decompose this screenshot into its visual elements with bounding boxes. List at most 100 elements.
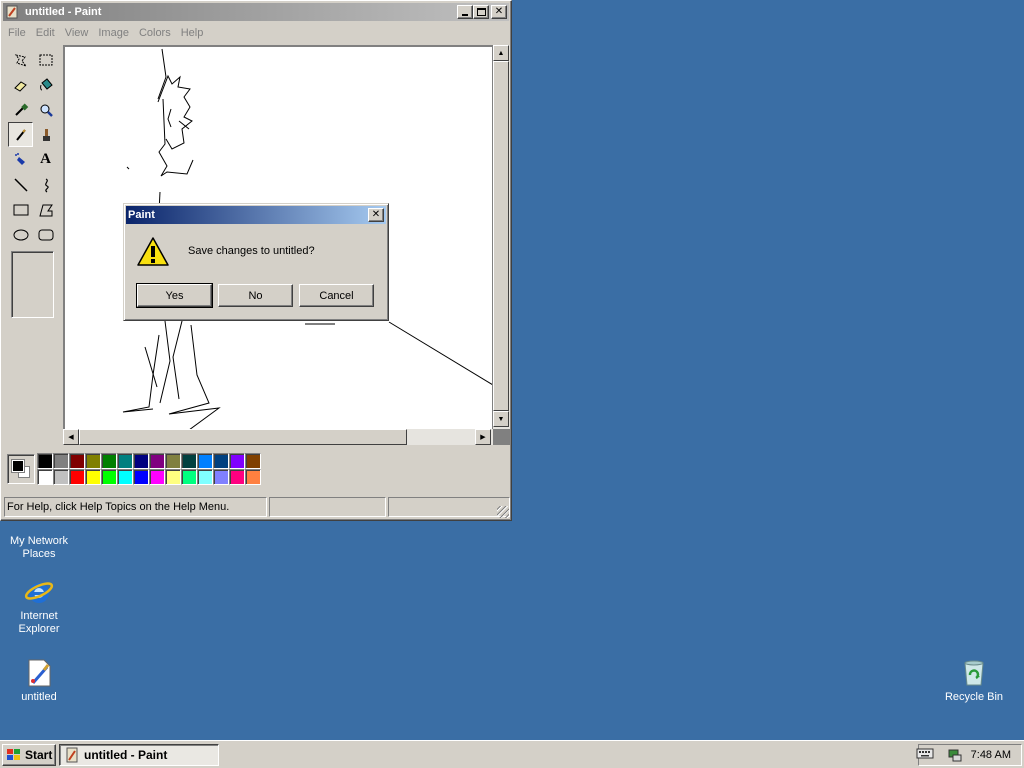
scroll-down-button[interactable]: ▼ xyxy=(493,411,509,427)
desktop-icon-internet-explorer[interactable]: Internet Explorer xyxy=(1,576,77,636)
color-swatch[interactable] xyxy=(181,453,197,469)
desktop-icon-label: Recycle Bin xyxy=(944,691,1004,703)
desktop-icon-label: My Network Places xyxy=(9,535,69,560)
line-tool[interactable] xyxy=(8,172,33,197)
eraser-tool[interactable] xyxy=(8,72,33,97)
start-button[interactable]: Start xyxy=(2,744,56,766)
desktop-icon-untitled[interactable]: untitled xyxy=(1,657,77,704)
palette-swatches xyxy=(37,453,261,485)
polygon-tool[interactable] xyxy=(33,197,58,222)
rectangle-tool[interactable] xyxy=(8,197,33,222)
color-swatch[interactable] xyxy=(213,469,229,485)
free-form-select-tool[interactable] xyxy=(8,47,33,72)
dialog-title: Paint xyxy=(128,209,155,221)
paint-app-icon xyxy=(5,5,21,19)
color-swatch[interactable] xyxy=(101,469,117,485)
scroll-up-button[interactable]: ▲ xyxy=(493,45,509,61)
color-swatch[interactable] xyxy=(85,469,101,485)
no-button[interactable]: No xyxy=(218,284,293,307)
foreground-color-swatch[interactable] xyxy=(11,459,25,473)
status-bar: For Help, click Help Topics on the Help … xyxy=(4,497,510,519)
ellipse-tool[interactable] xyxy=(8,222,33,247)
brush-tool[interactable] xyxy=(33,122,58,147)
color-swatch[interactable] xyxy=(37,469,53,485)
close-icon: ✕ xyxy=(494,6,504,17)
save-changes-dialog: Paint ✕ Save changes to untitled? Yes No… xyxy=(123,203,389,321)
task-label: untitled - Paint xyxy=(84,748,168,762)
keyboard-indicator-icon[interactable] xyxy=(916,746,934,760)
color-swatch[interactable] xyxy=(117,469,133,485)
color-swatch[interactable] xyxy=(85,453,101,469)
dialog-close-button[interactable]: ✕ xyxy=(368,208,384,222)
menu-view[interactable]: View xyxy=(60,27,94,39)
scroll-left-button[interactable]: ◀ xyxy=(63,429,79,445)
color-swatch[interactable] xyxy=(53,469,69,485)
menu-image[interactable]: Image xyxy=(93,27,134,39)
minimize-icon xyxy=(462,14,468,16)
magnifier-tool[interactable] xyxy=(33,97,58,122)
paint-titlebar[interactable]: untitled - Paint ✕ xyxy=(3,3,509,21)
resize-grip[interactable] xyxy=(497,506,509,518)
current-colors[interactable] xyxy=(7,454,35,484)
color-swatch[interactable] xyxy=(229,453,245,469)
color-palette xyxy=(4,449,509,491)
cancel-button[interactable]: Cancel xyxy=(299,284,374,307)
fill-tool[interactable] xyxy=(33,72,58,97)
status-text: For Help, click Help Topics on the Help … xyxy=(4,497,267,517)
toolbox: A xyxy=(4,45,60,485)
recycle-bin-icon xyxy=(958,657,990,689)
color-swatch[interactable] xyxy=(181,469,197,485)
vertical-scrollbar[interactable]: ▲ ▼ xyxy=(493,45,510,429)
taskbar-task-paint[interactable]: untitled - Paint xyxy=(59,744,219,766)
airbrush-tool[interactable] xyxy=(8,147,33,172)
color-swatch[interactable] xyxy=(165,469,181,485)
color-swatch[interactable] xyxy=(117,453,133,469)
color-swatch[interactable] xyxy=(245,469,261,485)
close-icon: ✕ xyxy=(371,209,381,220)
yes-button[interactable]: Yes xyxy=(136,283,213,308)
color-swatch[interactable] xyxy=(133,453,149,469)
network-tray-icon[interactable] xyxy=(947,747,963,763)
rounded-rectangle-tool[interactable] xyxy=(33,222,58,247)
menu-file[interactable]: File xyxy=(3,27,31,39)
select-tool[interactable] xyxy=(33,47,58,72)
pencil-tool[interactable] xyxy=(8,122,33,147)
menu-help[interactable]: Help xyxy=(176,27,209,39)
window-title: untitled - Paint xyxy=(25,6,102,18)
minimize-button[interactable] xyxy=(457,5,473,19)
color-swatch[interactable] xyxy=(245,453,261,469)
warning-icon xyxy=(137,236,169,268)
color-swatch[interactable] xyxy=(149,469,165,485)
horizontal-scrollbar[interactable]: ◀ ▶ xyxy=(63,429,493,445)
desktop-icon-label: Internet Explorer xyxy=(18,610,60,635)
color-swatch[interactable] xyxy=(69,453,85,469)
horizontal-scroll-thumb[interactable] xyxy=(79,429,407,445)
menu-edit[interactable]: Edit xyxy=(31,27,60,39)
taskbar: Start untitled - Paint 7:48 AM xyxy=(0,740,1024,768)
color-swatch[interactable] xyxy=(101,453,117,469)
color-swatch[interactable] xyxy=(53,453,69,469)
text-tool[interactable]: A xyxy=(33,147,58,172)
color-swatch[interactable] xyxy=(37,453,53,469)
color-swatch[interactable] xyxy=(69,469,85,485)
color-swatch[interactable] xyxy=(213,453,229,469)
color-swatch[interactable] xyxy=(197,469,213,485)
close-button[interactable]: ✕ xyxy=(491,5,507,19)
pick-color-tool[interactable] xyxy=(8,97,33,122)
desktop-icon-recycle-bin[interactable]: Recycle Bin xyxy=(936,657,1012,704)
color-swatch[interactable] xyxy=(133,469,149,485)
color-swatch[interactable] xyxy=(165,453,181,469)
tool-options-box[interactable] xyxy=(11,251,54,318)
color-swatch[interactable] xyxy=(229,469,245,485)
dialog-titlebar[interactable]: Paint ✕ xyxy=(126,206,386,224)
color-swatch[interactable] xyxy=(197,453,213,469)
maximize-icon xyxy=(476,8,486,16)
menu-colors[interactable]: Colors xyxy=(134,27,176,39)
windows-logo-icon xyxy=(6,748,22,762)
vertical-scroll-thumb[interactable] xyxy=(493,61,509,411)
clock[interactable]: 7:48 AM xyxy=(971,749,1011,761)
scroll-right-button[interactable]: ▶ xyxy=(475,429,491,445)
maximize-button[interactable] xyxy=(473,5,489,19)
curve-tool[interactable] xyxy=(33,172,58,197)
color-swatch[interactable] xyxy=(149,453,165,469)
